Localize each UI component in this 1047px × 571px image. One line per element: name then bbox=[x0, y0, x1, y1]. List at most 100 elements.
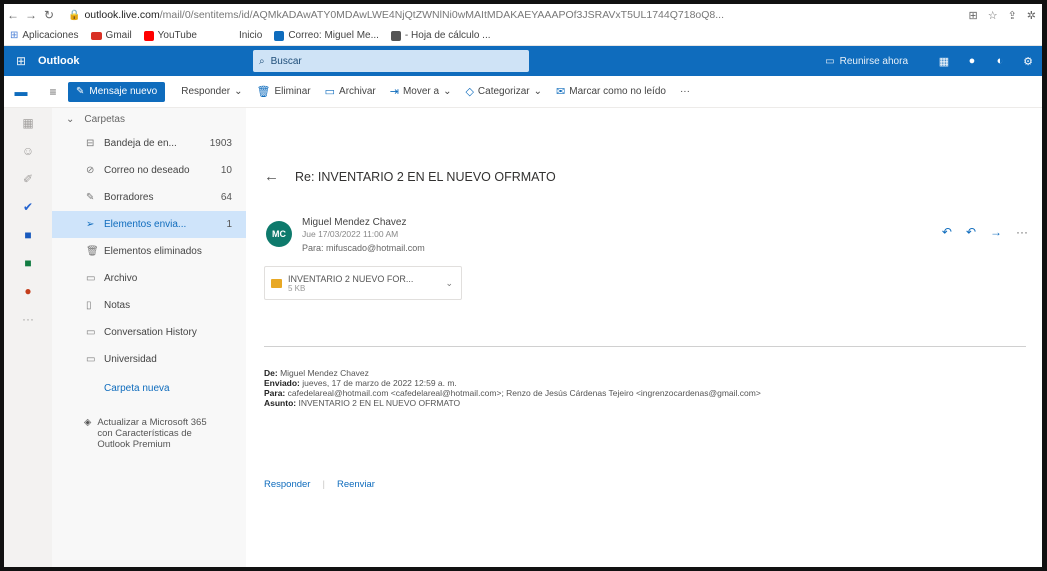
forward-link[interactable]: Reenviar bbox=[337, 479, 375, 490]
reply-icon[interactable]: ↶ bbox=[942, 225, 952, 239]
move-button[interactable]: ⇥ Mover a ⌄ bbox=[390, 85, 452, 98]
attachment-card[interactable]: INVENTARIO 2 NUEVO FOR... 5 KB ⌄ bbox=[264, 266, 462, 300]
folder-icon: ▭ bbox=[86, 354, 96, 365]
sent-date: Jue 17/03/2022 11:00 AM bbox=[302, 229, 399, 239]
pencil-icon: ✎ bbox=[86, 192, 95, 203]
categorize-button[interactable]: ◇ Categorizar ⌄ bbox=[465, 85, 542, 98]
new-message-button[interactable]: ✎ Mensaje nuevo bbox=[68, 81, 166, 102]
folders-header-label: Carpetas bbox=[84, 113, 125, 125]
url-path: /mail/0/sentitems/id/AQMkADAwATY0MDAwLWE… bbox=[159, 9, 725, 21]
mail-icon[interactable]: ▬ bbox=[4, 84, 38, 99]
translate-icon[interactable]: ⊞ bbox=[968, 9, 977, 22]
powerpoint-app-icon[interactable]: ● bbox=[21, 284, 35, 298]
app-launcher-icon[interactable]: ⊞ bbox=[4, 54, 38, 68]
reply-all-icon[interactable]: ↶ bbox=[966, 225, 976, 239]
archive-button[interactable]: ▭ Archivar bbox=[325, 85, 376, 98]
browser-actions: ⊞ ☆ ⇪ ✲ bbox=[968, 9, 1042, 22]
trash-icon: 🗑 bbox=[86, 246, 99, 257]
folder-count: 10 bbox=[220, 165, 232, 176]
new-message-label: Mensaje nuevo bbox=[89, 86, 158, 97]
todo-app-icon[interactable]: ✔ bbox=[21, 200, 35, 214]
megaphone-icon[interactable]: ◐ bbox=[986, 55, 1014, 67]
folder-sent[interactable]: ➢ Elementos envia... 1 bbox=[52, 211, 246, 238]
address-bar[interactable]: outlook.live.com/mail/0/sentitems/id/AQM… bbox=[84, 9, 914, 21]
chevron-down-icon: ⌄ bbox=[443, 86, 452, 97]
folder-inbox[interactable]: ⊟ Bandeja de en... 1903 bbox=[52, 130, 246, 157]
folder-label: Notas bbox=[104, 300, 131, 311]
video-camera-icon: ▭ bbox=[825, 55, 835, 67]
to-value[interactable]: mifuscado@hotmail.com bbox=[326, 243, 425, 253]
extension-icon[interactable]: ✲ bbox=[1027, 9, 1036, 22]
more-options-icon[interactable]: ··· bbox=[680, 86, 690, 97]
upgrade-text: Actualizar a Microsoft 365 con Caracterí… bbox=[97, 417, 206, 450]
lock-icon[interactable]: 🔒 bbox=[68, 10, 80, 21]
calendar-app-icon[interactable]: ▦ bbox=[21, 116, 35, 130]
excel-app-icon[interactable]: ■ bbox=[21, 256, 35, 270]
upgrade-line: con Características de bbox=[97, 428, 192, 439]
reply-button[interactable]: Responder ⌄ bbox=[181, 86, 242, 97]
people-app-icon[interactable]: ☺ bbox=[21, 144, 35, 158]
bookmark-gmail[interactable]: Gmail bbox=[90, 30, 132, 41]
back-arrow-icon[interactable]: ← bbox=[4, 8, 22, 22]
bookmark-youtube[interactable]: YouTube bbox=[143, 30, 197, 41]
attach-app-icon[interactable]: ✐ bbox=[21, 172, 35, 186]
forward-icon[interactable]: → bbox=[990, 225, 1002, 239]
settings-icon[interactable]: ⚙ bbox=[1014, 55, 1042, 68]
bookmark-apps[interactable]: ⊞ Aplicaciones bbox=[10, 30, 79, 41]
reply-links: Responder | Reenviar bbox=[264, 479, 375, 490]
archive-icon: ▭ bbox=[86, 273, 96, 284]
more-apps-icon[interactable]: ··· bbox=[21, 312, 35, 326]
folders-header[interactable]: ⌄ Carpetas bbox=[52, 108, 246, 130]
folder-deleted[interactable]: 🗑 Elementos eliminados bbox=[52, 238, 246, 265]
folder-archive[interactable]: ▭ Archivo bbox=[52, 265, 246, 292]
url-domain: outlook.live.com bbox=[84, 9, 160, 21]
sender-name[interactable]: Miguel Mendez Chavez bbox=[302, 217, 425, 228]
quoted-value: cafedelareal@hotmail.com <cafedelareal@h… bbox=[287, 388, 761, 398]
delete-button[interactable]: 🗑 Eliminar bbox=[257, 85, 311, 98]
folder-label: Bandeja de en... bbox=[104, 138, 177, 149]
folder-drafts[interactable]: ✎ Borradores 64 bbox=[52, 184, 246, 211]
upgrade-line: Actualizar a Microsoft 365 bbox=[97, 417, 207, 428]
hamburger-icon[interactable]: ≡ bbox=[38, 85, 68, 99]
outlook-icon bbox=[274, 30, 285, 41]
bell-icon[interactable]: ● bbox=[958, 55, 986, 67]
more-options-icon[interactable]: ··· bbox=[1016, 225, 1028, 239]
forward-arrow-icon[interactable]: → bbox=[22, 8, 40, 22]
bookmark-label: Correo: Miguel Me... bbox=[288, 30, 379, 41]
chevron-down-icon: ⌄ bbox=[66, 113, 75, 125]
folder-count: 1 bbox=[226, 219, 232, 230]
calendar-icon[interactable]: ▦ bbox=[930, 55, 958, 68]
message-subject: Re: INVENTARIO 2 EN EL NUEVO OFRMATO bbox=[295, 169, 556, 184]
folder-conversation-history[interactable]: ▭ Conversation History bbox=[52, 319, 246, 346]
folder-notes[interactable]: ▯ Notas bbox=[52, 292, 246, 319]
quoted-sent: Enviado: jueves, 17 de marzo de 2022 12:… bbox=[264, 378, 1024, 388]
reply-link[interactable]: Responder bbox=[264, 479, 310, 490]
quoted-label: Asunto: bbox=[264, 398, 297, 408]
search-box[interactable]: ⌕ Buscar bbox=[253, 50, 529, 72]
new-folder-link[interactable]: Carpeta nueva bbox=[52, 373, 246, 403]
sender-block: Miguel Mendez Chavez Jue 17/03/2022 11:0… bbox=[302, 217, 425, 253]
bookmark-star-icon[interactable]: ☆ bbox=[988, 9, 998, 22]
folder-junk[interactable]: ⊘ Correo no deseado 10 bbox=[52, 157, 246, 184]
quoted-from: De: Miguel Mendez Chavez bbox=[264, 368, 1024, 378]
upgrade-promo[interactable]: ◈ Actualizar a Microsoft 365 con Caracte… bbox=[52, 403, 246, 450]
mark-unread-button[interactable]: ✉ Marcar como no leído bbox=[556, 85, 666, 98]
bookmark-inicio[interactable]: Inicio bbox=[239, 30, 262, 41]
share-icon[interactable]: ⇪ bbox=[1008, 9, 1017, 22]
quoted-label: De: bbox=[264, 368, 278, 378]
word-app-icon[interactable]: ■ bbox=[21, 228, 35, 242]
chevron-down-icon[interactable]: ⌄ bbox=[445, 278, 453, 289]
folder-label: Correo no deseado bbox=[104, 165, 190, 176]
bookmark-correo[interactable]: Correo: Miguel Me... bbox=[274, 30, 379, 41]
avatar[interactable]: MC bbox=[266, 221, 292, 247]
reload-icon[interactable]: ↻ bbox=[40, 8, 58, 22]
folder-icon bbox=[271, 278, 282, 288]
divider bbox=[264, 346, 1026, 347]
back-arrow-icon[interactable]: ← bbox=[264, 168, 279, 185]
app-name[interactable]: Outlook bbox=[38, 55, 253, 67]
meet-now-button[interactable]: ▭ Reunirse ahora bbox=[825, 56, 908, 67]
bookmark-hoja[interactable]: - Hoja de cálculo ... bbox=[390, 30, 491, 41]
upgrade-line: Outlook Premium bbox=[97, 439, 171, 450]
folder-universidad[interactable]: ▭ Universidad bbox=[52, 346, 246, 373]
delete-label: Eliminar bbox=[274, 86, 311, 97]
